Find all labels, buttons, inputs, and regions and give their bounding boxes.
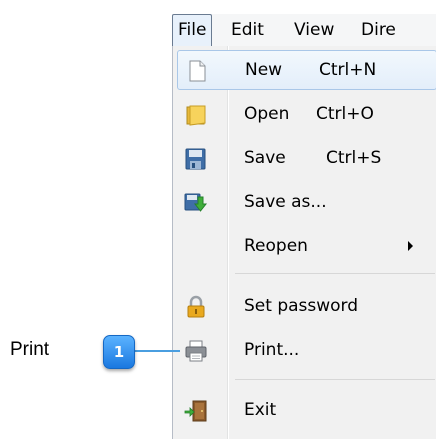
floppy-disk-icon — [184, 147, 208, 170]
menu-item-save-as[interactable]: Save as... — [173, 182, 436, 222]
menu-item-open[interactable]: Open Ctrl+O — [173, 94, 436, 134]
file-menu-dropdown: New Ctrl+N Open Ctrl+O Save Ctrl+S Save … — [172, 46, 436, 439]
new-document-icon — [185, 59, 209, 82]
exit-door-icon — [184, 399, 208, 422]
menu-item-shortcut: Ctrl+N — [319, 60, 377, 80]
callout-label: Print — [10, 339, 50, 360]
menu-item-set-password[interactable]: Set password — [173, 286, 436, 326]
menu-item-label: Reopen — [244, 236, 308, 256]
menu-item-save[interactable]: Save Ctrl+S — [173, 138, 436, 178]
menu-separator — [235, 273, 435, 274]
menu-separator — [235, 379, 435, 380]
menu-item-shortcut: Ctrl+O — [316, 104, 374, 124]
menu-item-label: Open — [244, 104, 290, 124]
menu-item-new[interactable]: New Ctrl+N — [177, 50, 436, 90]
menu-bar: File Edit View Dire — [172, 14, 436, 47]
menu-item-label: Set password — [244, 296, 359, 316]
menu-file[interactable]: File — [172, 14, 213, 46]
callout-number-badge: 1 — [103, 335, 135, 369]
menu-item-label: New — [245, 60, 283, 80]
menu-edit[interactable]: Edit — [231, 14, 264, 46]
printer-icon — [184, 339, 208, 362]
submenu-arrow-icon — [408, 241, 413, 251]
save-as-icon — [184, 191, 208, 213]
menu-item-print[interactable]: Print... — [173, 330, 436, 370]
menu-item-reopen[interactable]: Reopen — [173, 226, 436, 266]
folder-open-icon — [184, 103, 208, 126]
menu-item-label: Save — [244, 148, 286, 168]
menu-item-label: Save as... — [244, 192, 327, 212]
padlock-icon — [184, 295, 208, 318]
menu-item-label: Exit — [244, 400, 277, 420]
menu-item-exit[interactable]: Exit — [173, 390, 436, 430]
menu-dire[interactable]: Dire — [361, 14, 396, 46]
menu-item-label: Print... — [244, 340, 300, 360]
menu-view[interactable]: View — [294, 14, 334, 46]
menu-item-shortcut: Ctrl+S — [326, 148, 382, 168]
callout-connector-line — [130, 350, 180, 352]
